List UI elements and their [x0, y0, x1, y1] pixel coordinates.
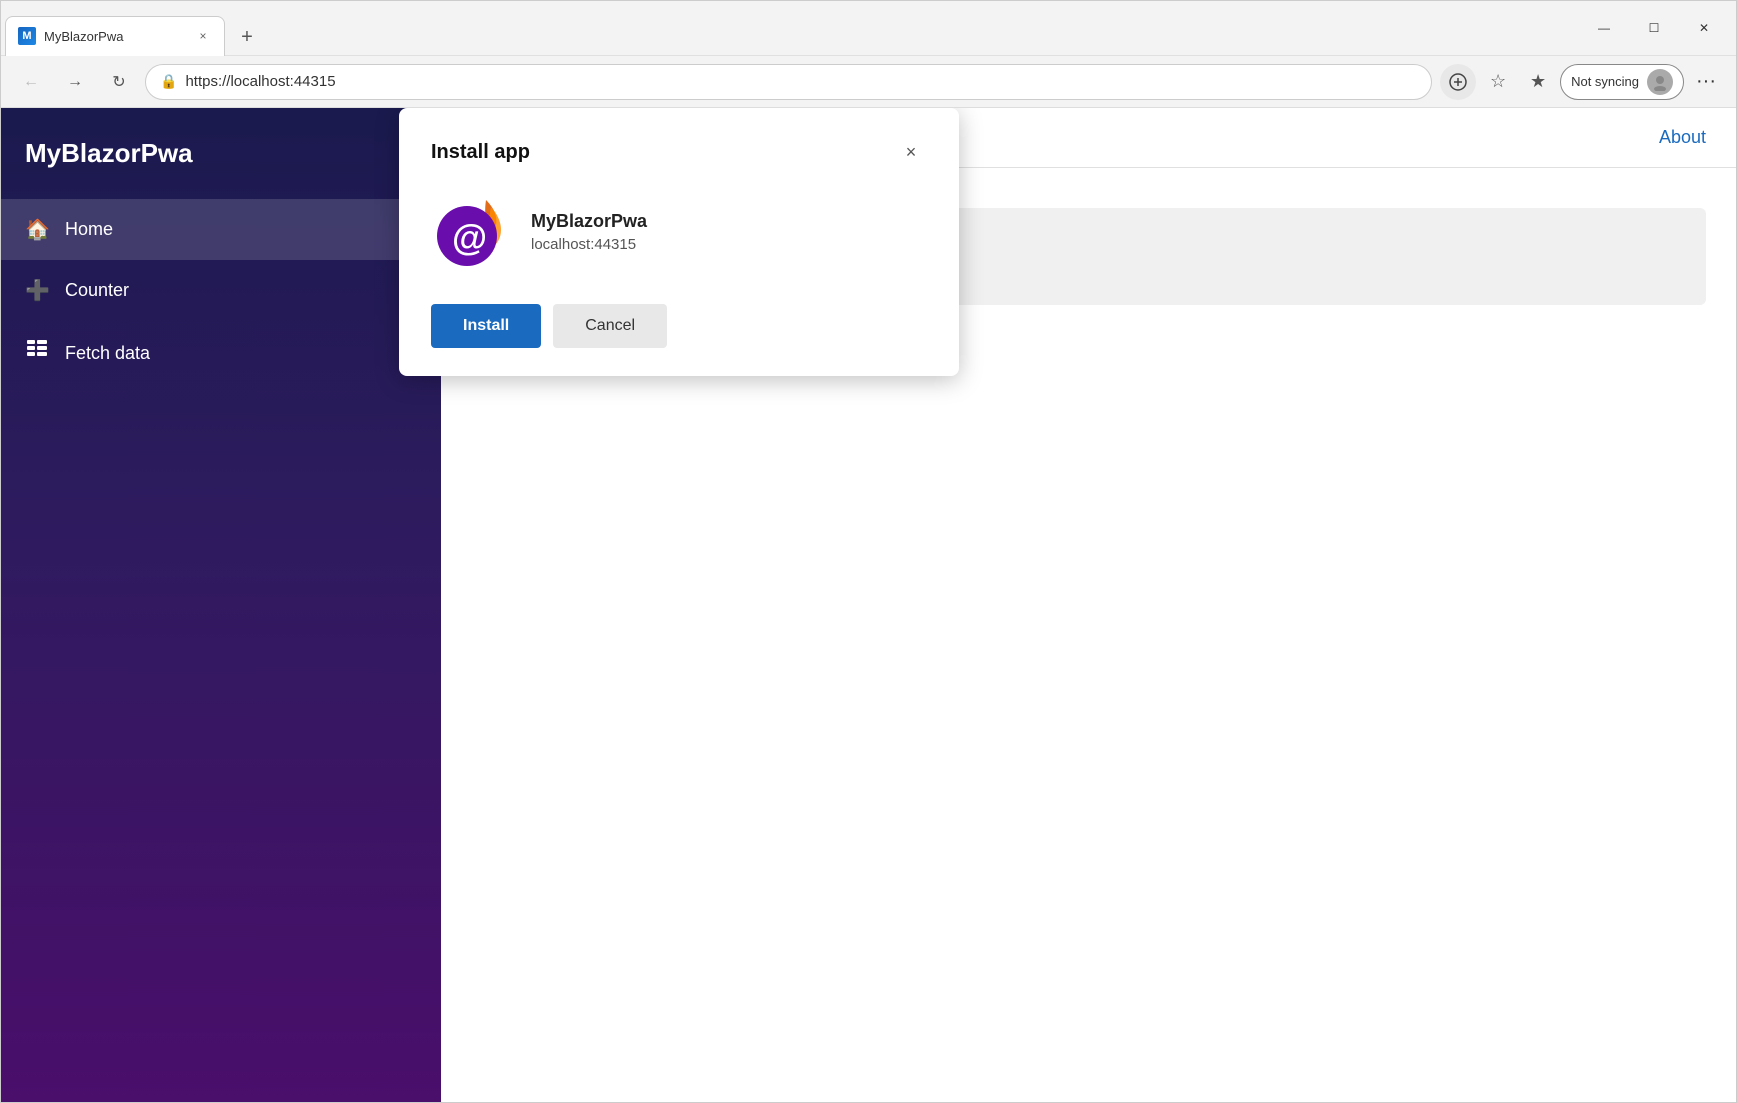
forward-button[interactable]: → — [57, 64, 93, 100]
install-modal: Install app × @ — [399, 108, 959, 376]
address-bar: ← → ↻ 🔒 https://localhost:44315 ☆ ★ Not … — [1, 56, 1736, 108]
toolbar-right: ☆ ★ Not syncing ··· — [1440, 64, 1724, 100]
minimize-button[interactable]: — — [1580, 12, 1628, 44]
lock-icon: 🔒 — [160, 73, 177, 90]
tab-title: MyBlazorPwa — [44, 29, 186, 44]
profile-avatar — [1647, 69, 1673, 95]
app-logo-container: @ — [431, 192, 511, 272]
app-name: MyBlazorPwa — [531, 211, 647, 232]
window-controls: — ☐ ✕ — [1580, 12, 1736, 44]
modal-close-button[interactable]: × — [895, 136, 927, 168]
app-url: localhost:44315 — [531, 236, 647, 253]
not-syncing-button[interactable]: Not syncing — [1560, 64, 1684, 100]
svg-text:@: @ — [452, 217, 487, 258]
tab-close-button[interactable]: × — [194, 27, 212, 45]
url-text: https://localhost:44315 — [185, 73, 1417, 90]
collections-button[interactable]: ★ — [1520, 64, 1556, 100]
tab-favicon: M — [18, 27, 36, 45]
refresh-button[interactable]: ↻ — [101, 64, 137, 100]
app-logo: @ — [431, 192, 511, 272]
browser-content: MyBlazorPwa 🏠 Home ➕ Counter — [1, 108, 1736, 1102]
install-button[interactable]: Install — [431, 304, 541, 348]
browser-window: M MyBlazorPwa × + — ☐ ✕ ← → ↻ 🔒 https://… — [0, 0, 1737, 1103]
modal-overlay: Install app × @ — [1, 108, 1736, 1102]
modal-header: Install app × — [431, 136, 927, 168]
new-tab-button[interactable]: + — [229, 20, 265, 56]
browser-tab[interactable]: M MyBlazorPwa × — [5, 16, 225, 56]
favorite-button[interactable]: ☆ — [1480, 64, 1516, 100]
close-button[interactable]: ✕ — [1680, 12, 1728, 44]
back-button[interactable]: ← — [13, 64, 49, 100]
modal-actions: Install Cancel — [431, 304, 927, 348]
not-syncing-label: Not syncing — [1571, 74, 1639, 89]
app-details: MyBlazorPwa localhost:44315 — [531, 211, 647, 253]
title-bar: M MyBlazorPwa × + — ☐ ✕ — [1, 1, 1736, 56]
address-input[interactable]: 🔒 https://localhost:44315 — [145, 64, 1432, 100]
more-button[interactable]: ··· — [1688, 64, 1724, 100]
cancel-button[interactable]: Cancel — [553, 304, 667, 348]
install-pwa-button[interactable] — [1440, 64, 1476, 100]
tab-area: M MyBlazorPwa × + — [1, 1, 1580, 56]
app-info: @ MyBlazorPwa localhost:44315 — [431, 192, 927, 272]
maximize-button[interactable]: ☐ — [1630, 12, 1678, 44]
modal-title: Install app — [431, 141, 530, 164]
